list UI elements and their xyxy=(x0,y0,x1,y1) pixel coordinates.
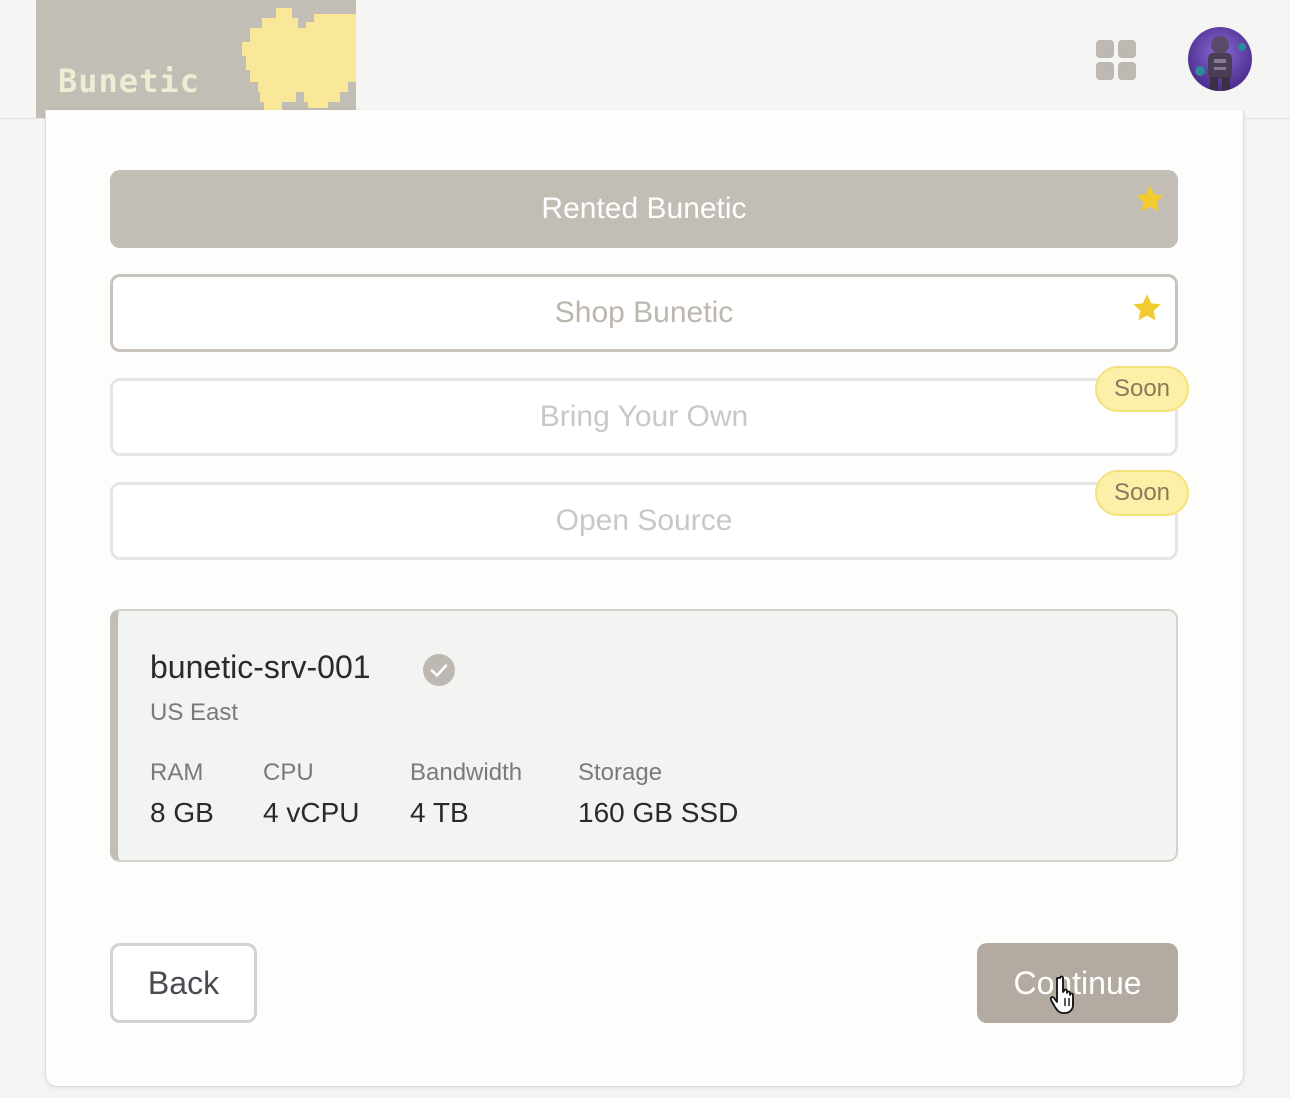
top-bar: Bunetic xyxy=(0,0,1290,119)
spec-cpu: CPU 4 vCPU xyxy=(263,759,359,829)
option-shop-bunetic[interactable]: Shop Bunetic xyxy=(110,274,1178,352)
server-summary: bunetic-srv-001 US East RAM 8 GB CPU 4 v… xyxy=(110,609,1178,862)
spec-value: 8 GB xyxy=(150,797,214,828)
soon-badge: Soon xyxy=(1095,366,1189,412)
star-icon xyxy=(1133,294,1161,321)
apps-grid-icon[interactable] xyxy=(1094,38,1138,82)
server-name: bunetic-srv-001 xyxy=(150,649,371,685)
option-open-source[interactable]: Open Source xyxy=(110,482,1178,560)
spec-label: CPU xyxy=(263,759,314,786)
spec-label: Bandwidth xyxy=(410,759,523,786)
option-rented-bunetic[interactable]: Rented Bunetic xyxy=(110,170,1178,248)
hand-cursor-icon xyxy=(1050,975,1074,1014)
option-label: Shop Bunetic xyxy=(554,296,734,329)
logo[interactable]: Bunetic xyxy=(36,0,356,118)
spec-label: RAM xyxy=(150,759,204,786)
star-icon xyxy=(1136,185,1164,212)
server-region: US East xyxy=(150,699,239,726)
spec-value: 4 TB xyxy=(410,797,469,828)
setup-card xyxy=(45,110,1244,1087)
spec-ram: RAM 8 GB xyxy=(150,759,214,829)
bunny-logo-icon xyxy=(242,8,356,110)
option-label: Bring Your Own xyxy=(539,400,749,433)
spec-label: Storage xyxy=(578,759,663,786)
spec-value: 4 vCPU xyxy=(263,797,360,828)
back-button[interactable]: Back xyxy=(110,943,257,1023)
avatar[interactable] xyxy=(1188,27,1252,91)
option-label: Rented Bunetic xyxy=(541,192,747,225)
app-window: Bunetic Rented Bunetic Shop Bunetic Brin… xyxy=(0,0,1290,1098)
spec-storage: Storage 160 GB SSD xyxy=(578,759,738,829)
option-bring-your-own[interactable]: Bring Your Own xyxy=(110,378,1178,456)
avatar-image xyxy=(1188,27,1252,91)
soon-badge: Soon xyxy=(1095,470,1189,516)
spec-bandwidth: Bandwidth 4 TB xyxy=(410,759,522,829)
spec-value: 160 GB SSD xyxy=(578,797,739,828)
logo-text: Bunetic xyxy=(58,62,200,100)
check-circle-icon xyxy=(423,654,455,686)
option-label: Open Source xyxy=(555,504,733,537)
